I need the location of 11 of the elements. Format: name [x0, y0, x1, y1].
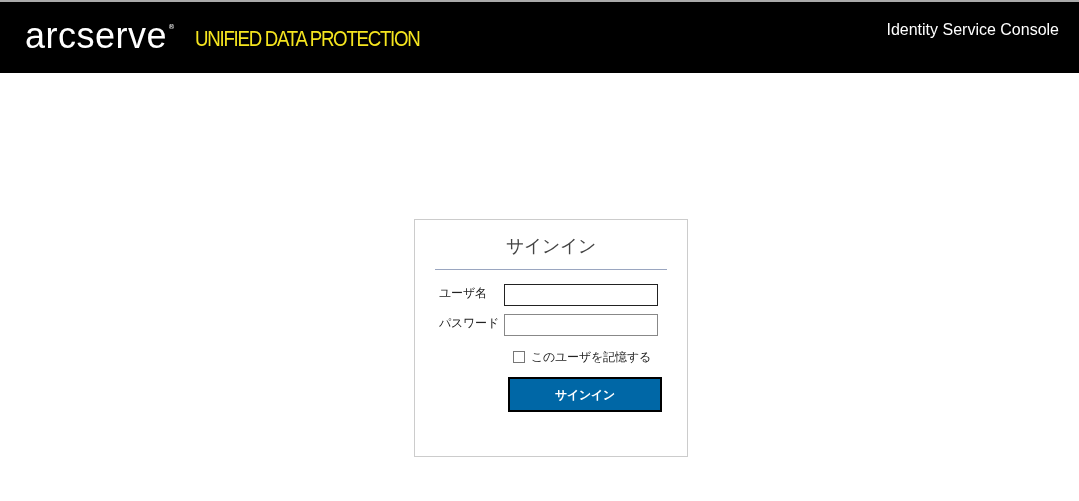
product-name: UNIFIED DATA PROTECTION [195, 25, 420, 53]
input-field[interactable] [504, 284, 658, 306]
checkbox-label: このユーザを記憶する [531, 349, 651, 366]
sign-in-button[interactable]: サインイン [508, 377, 662, 412]
logo-text: arcserve [25, 16, 168, 56]
input-field[interactable] [504, 314, 658, 336]
console-title: Identity Service Console [886, 20, 1060, 40]
field-label: パスワード [438, 315, 500, 332]
checkbox[interactable] [513, 351, 525, 363]
sign-in-title: サインイン [435, 232, 667, 270]
field-label: ユーザ名 [438, 285, 488, 302]
